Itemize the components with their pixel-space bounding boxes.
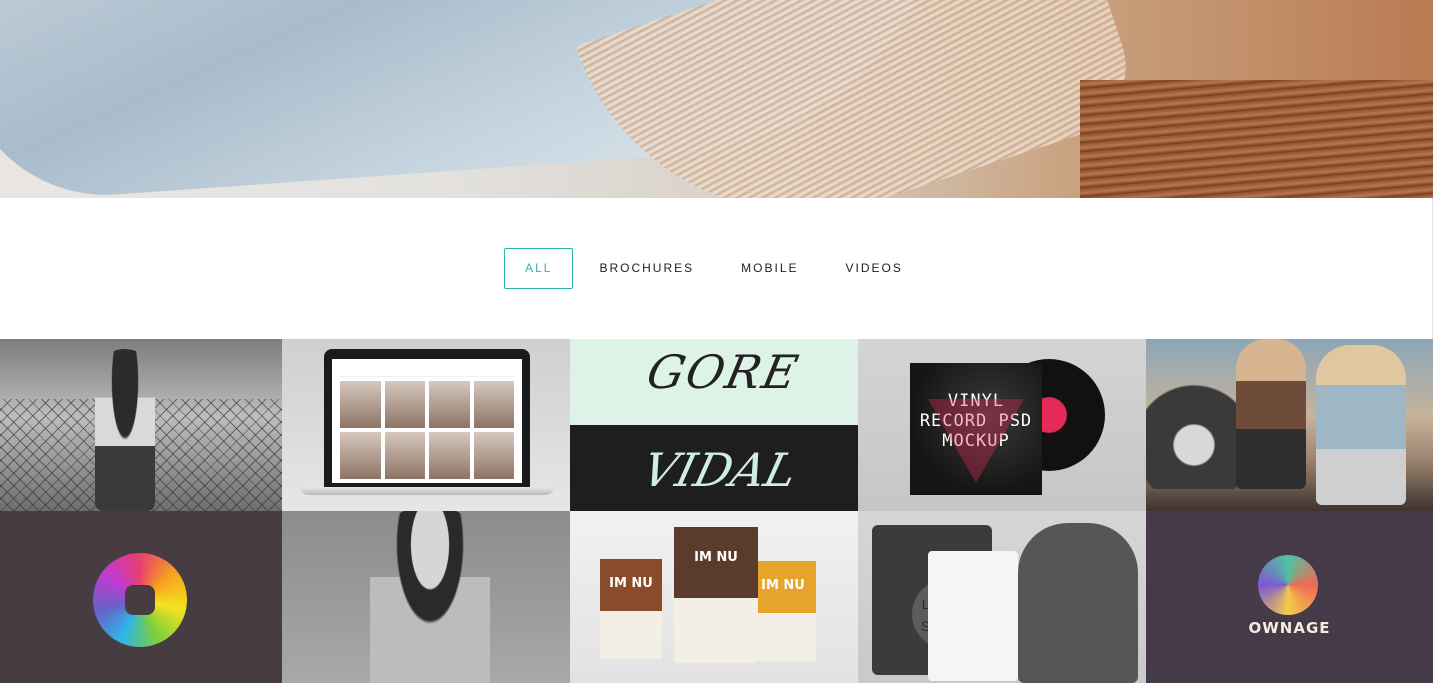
- laptop-base: [300, 487, 554, 495]
- magazine-page-edges: [575, 0, 1145, 198]
- portfolio-item-imnu-packaging[interactable]: IM NU IM NU IM NU: [570, 511, 858, 683]
- filter-brochures[interactable]: BROCHURES: [578, 248, 715, 289]
- laptop-screen: [324, 349, 530, 489]
- woman-figure: [95, 349, 155, 511]
- wood-table: [1080, 80, 1433, 198]
- hero-banner-image: [0, 0, 1433, 198]
- filter-mobile[interactable]: MOBILE: [720, 248, 819, 289]
- portfolio-item-bw-woman-fence[interactable]: [0, 339, 282, 511]
- portfolio-item-ownage-logo[interactable]: OWNAGE: [1146, 511, 1433, 683]
- geometric-logo-icon: [93, 553, 187, 647]
- portfolio-item-bw-portrait[interactable]: [282, 511, 570, 683]
- lettering-bottom-text: VIDAL: [637, 443, 803, 497]
- filter-videos[interactable]: VIDEOS: [825, 248, 924, 289]
- ownage-emblem-icon: [1258, 555, 1318, 615]
- portfolio-item-lettering[interactable]: GORE VIDAL: [570, 339, 858, 511]
- filter-list: ALL BROCHURES MOBILE VIDEOS: [504, 248, 929, 289]
- portfolio-item-couple-motorbike[interactable]: [1146, 339, 1433, 511]
- lettering-top-text: GORE: [642, 345, 805, 399]
- ownage-wordmark: OWNAGE: [1248, 619, 1331, 637]
- portfolio-item-vinyl-mockup[interactable]: VINYL RECORD PSD MOCKUP: [858, 339, 1146, 511]
- portfolio-item-colorful-logo[interactable]: [0, 511, 282, 683]
- portfolio-grid: GORE VIDAL VINYL RECORD PSD MOCKUP IM NU…: [0, 339, 1433, 683]
- portfolio-item-less-apparel[interactable]: L E S S: [858, 511, 1146, 683]
- portfolio-item-laptop-mockup[interactable]: [282, 339, 570, 511]
- portfolio-filter-bar: ALL BROCHURES MOBILE VIDEOS: [0, 198, 1433, 339]
- filter-all[interactable]: ALL: [504, 248, 574, 289]
